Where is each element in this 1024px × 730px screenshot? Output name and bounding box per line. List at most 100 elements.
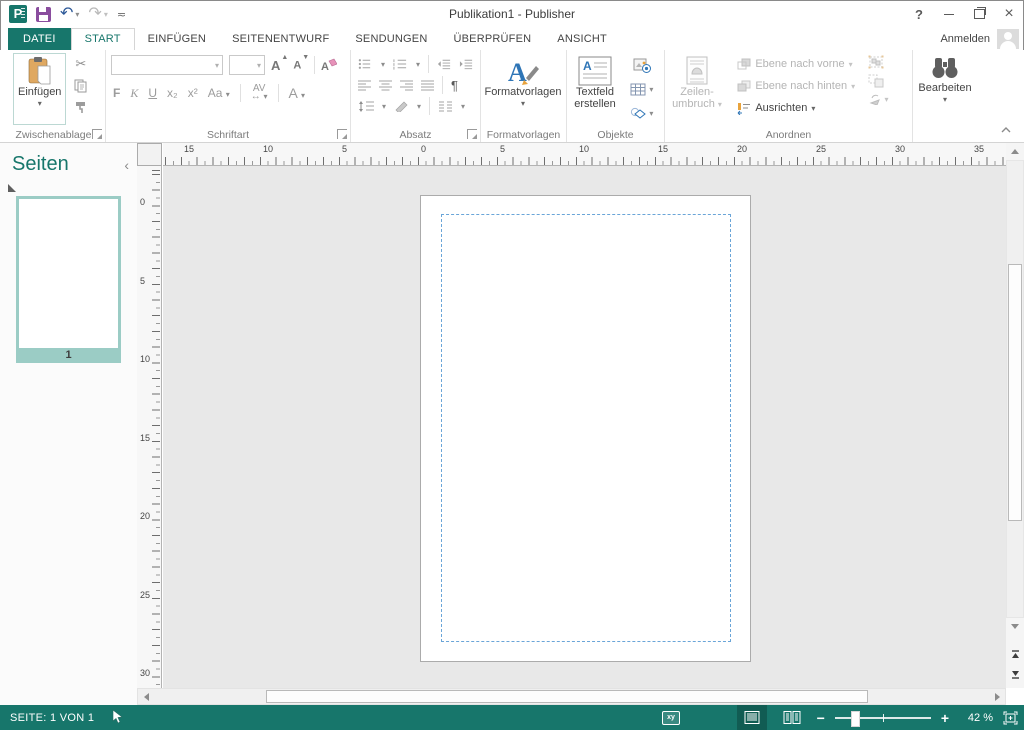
change-case-button[interactable]: Aa ▾: [208, 86, 230, 100]
close-button[interactable]: ×: [994, 3, 1024, 25]
tab-ansicht[interactable]: ANSICHT: [544, 28, 620, 50]
columns-button[interactable]: [438, 101, 453, 112]
zoom-in-button[interactable]: +: [941, 713, 949, 723]
text-wrap-button[interactable]: Zeilen- umbruch ▾: [666, 53, 728, 125]
character-spacing-button[interactable]: AV↔ ▾: [251, 85, 268, 101]
paragraph-marks-button[interactable]: ¶: [451, 78, 458, 93]
paragraph-shading-button[interactable]: [394, 100, 409, 112]
superscript-button[interactable]: x²: [188, 86, 198, 100]
bring-forward-button[interactable]: Ebene nach vorne ▾: [737, 55, 855, 73]
redo-button[interactable]: ↷ ▾: [88, 7, 107, 21]
subscript-button[interactable]: x₂: [167, 86, 178, 100]
align-right-button[interactable]: [400, 80, 413, 91]
window-controls: ? ×: [904, 0, 1024, 28]
insert-picture-button[interactable]: [630, 55, 653, 76]
quick-access-toolbar: P ↶ ▾ ↷ ▾ ≂: [0, 5, 125, 23]
align-button[interactable]: Ausrichten ▾: [737, 99, 855, 117]
group-objects-icon[interactable]: [868, 55, 884, 69]
font-name-combo[interactable]: ▾: [111, 55, 223, 75]
tab-ueberpruefen[interactable]: ÜBERPRÜFEN: [440, 28, 544, 50]
paste-button[interactable]: Einfügen ▾: [13, 53, 66, 125]
customize-qat-icon[interactable]: ≂: [117, 8, 125, 21]
ruler-origin-box[interactable]: [137, 143, 162, 166]
help-button[interactable]: ?: [904, 3, 934, 25]
scroll-up-button[interactable]: [1006, 143, 1024, 160]
zoom-slider[interactable]: [835, 717, 931, 719]
justify-button[interactable]: [421, 80, 434, 91]
align-center-button[interactable]: [379, 80, 392, 91]
vertical-ruler[interactable]: 051015202530: [137, 166, 162, 688]
collapse-ribbon-button[interactable]: [1000, 126, 1016, 138]
two-page-spread-icon: [783, 711, 801, 724]
scroll-left-icon: [144, 693, 149, 701]
publisher-app-icon[interactable]: P: [9, 5, 27, 23]
publication-page[interactable]: [420, 195, 751, 662]
next-page-button[interactable]: [1006, 666, 1024, 682]
clear-formatting-button[interactable]: A: [321, 58, 337, 72]
insert-table-button[interactable]: ▾: [630, 79, 653, 100]
copy-button[interactable]: [74, 75, 88, 96]
draw-textbox-button[interactable]: A Textfeld erstellen: [568, 53, 622, 125]
numbering-button[interactable]: [393, 58, 408, 70]
scroll-left-button[interactable]: [138, 689, 154, 704]
fit-page-button[interactable]: [1003, 711, 1018, 725]
decrease-indent-button[interactable]: [437, 58, 451, 70]
pages-options-icon[interactable]: [8, 184, 16, 192]
tab-einfuegen[interactable]: EINFÜGEN: [135, 28, 219, 50]
undo-dropdown-icon[interactable]: ▾: [75, 10, 79, 19]
align-left-button[interactable]: [358, 80, 371, 91]
font-color-button[interactable]: A ▾: [289, 85, 305, 101]
italic-button[interactable]: K: [130, 86, 138, 101]
editing-button[interactable]: Bearbeiten ▾: [914, 53, 976, 125]
bold-button[interactable]: F: [113, 86, 120, 100]
line-spacing-button[interactable]: [358, 100, 374, 113]
horizontal-scroll-thumb[interactable]: [266, 690, 868, 703]
horizontal-ruler[interactable]: 1510505101520253035: [163, 143, 1006, 166]
scroll-right-button[interactable]: [989, 689, 1005, 704]
underline-button[interactable]: U: [148, 86, 157, 100]
font-size-combo[interactable]: ▾: [229, 55, 265, 75]
minimize-button[interactable]: [934, 3, 964, 25]
save-icon[interactable]: [36, 7, 51, 22]
zoom-out-button[interactable]: −: [817, 713, 825, 723]
scroll-down-button[interactable]: [1006, 618, 1024, 635]
previous-page-button[interactable]: [1006, 646, 1024, 662]
single-page-view-button[interactable]: [737, 705, 767, 730]
grow-font-button[interactable]: A▲: [271, 58, 287, 73]
format-painter-button[interactable]: [74, 97, 88, 118]
page-thumbnail[interactable]: 1: [16, 196, 121, 363]
zoom-level[interactable]: 42 %: [959, 712, 993, 724]
send-backward-button[interactable]: Ebene nach hinten ▾: [737, 77, 855, 95]
vertical-scroll-track[interactable]: [1006, 160, 1024, 618]
font-dialog-launcher-icon[interactable]: [337, 129, 347, 139]
two-page-spread-button[interactable]: [777, 705, 807, 730]
clipboard-dialog-launcher-icon[interactable]: [92, 129, 102, 139]
styles-button[interactable]: A Formatvorlagen ▾: [482, 53, 564, 125]
bullets-button[interactable]: [358, 58, 373, 70]
tab-sendungen[interactable]: SENDUNGEN: [342, 28, 440, 50]
rotate-objects-button[interactable]: ▾: [868, 93, 888, 105]
insert-shapes-button[interactable]: ▾: [630, 103, 653, 124]
redo-dropdown-icon[interactable]: ▾: [104, 10, 108, 19]
ungroup-objects-icon[interactable]: [868, 74, 884, 88]
bring-forward-label: Ebene nach vorne: [755, 58, 844, 70]
page-indicator[interactable]: SEITE: 1 VON 1: [10, 712, 94, 724]
tab-seitenentwurf[interactable]: SEITENENTWURF: [219, 28, 342, 50]
cut-button[interactable]: ✂: [74, 53, 88, 74]
canvas[interactable]: [163, 166, 1006, 688]
undo-button[interactable]: ↶ ▾: [60, 7, 79, 21]
restore-button[interactable]: [964, 3, 994, 25]
tab-start[interactable]: START: [71, 28, 135, 50]
paragraph-dialog-launcher-icon[interactable]: [467, 129, 477, 139]
vertical-scroll-thumb[interactable]: [1008, 264, 1022, 521]
object-position-indicator[interactable]: xy: [662, 711, 680, 725]
pages-collapse-icon[interactable]: ‹: [124, 157, 129, 173]
horizontal-scrollbar[interactable]: [137, 688, 1006, 705]
shrink-font-button[interactable]: A▼: [293, 59, 308, 72]
increase-indent-button[interactable]: [459, 58, 473, 70]
vertical-scrollbar[interactable]: [1006, 143, 1024, 688]
sign-in[interactable]: Anmelden: [940, 28, 1024, 50]
zoom-slider-thumb[interactable]: [851, 711, 860, 727]
h-ruler-label: 5: [500, 144, 505, 154]
tab-datei[interactable]: DATEI: [8, 28, 71, 50]
